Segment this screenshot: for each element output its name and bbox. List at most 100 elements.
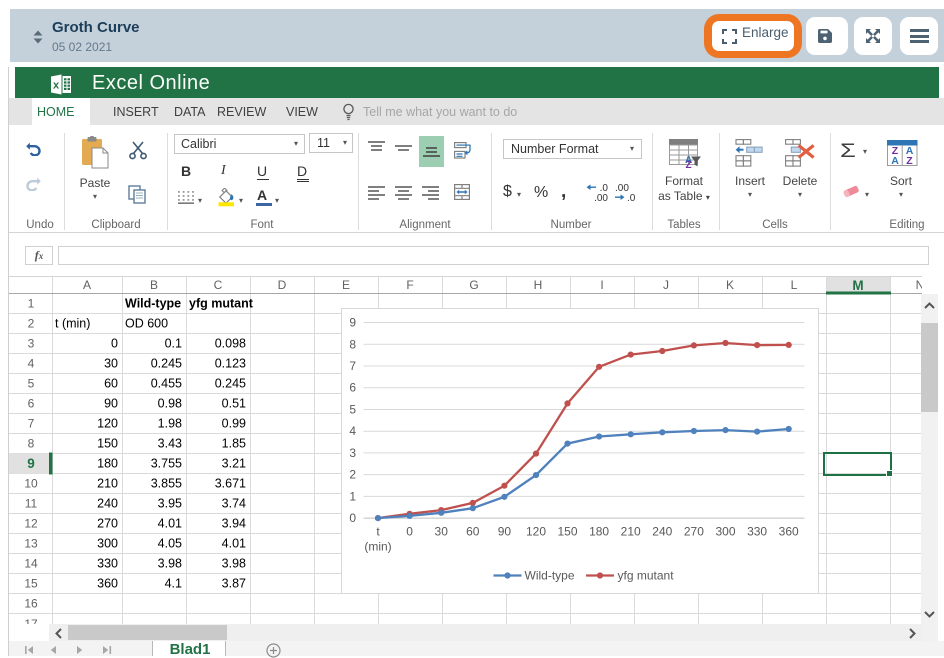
- svg-text:Wild-type: Wild-type: [525, 568, 575, 582]
- svg-text:B: B: [150, 278, 158, 292]
- svg-text:3.855: 3.855: [151, 477, 182, 491]
- svg-text:180: 180: [589, 524, 609, 538]
- svg-text:t (min): t (min): [55, 317, 90, 331]
- svg-text:D: D: [278, 278, 287, 292]
- svg-text:14: 14: [24, 557, 38, 571]
- svg-text:3: 3: [28, 337, 35, 351]
- svg-text:.0: .0: [627, 193, 636, 202]
- svg-text:30: 30: [104, 357, 118, 371]
- svg-text:12: 12: [24, 517, 38, 531]
- svg-text:4.1: 4.1: [165, 577, 182, 591]
- svg-text:4.01: 4.01: [158, 517, 182, 531]
- svg-text:3.98: 3.98: [158, 557, 182, 571]
- svg-text:15: 15: [24, 577, 38, 591]
- svg-text:0.123: 0.123: [215, 357, 246, 371]
- svg-text:150: 150: [97, 437, 118, 451]
- svg-text:150: 150: [557, 524, 577, 538]
- svg-text:H: H: [534, 278, 543, 292]
- svg-text:2: 2: [349, 467, 356, 481]
- svg-text:8: 8: [349, 337, 356, 351]
- svg-text:3.87: 3.87: [222, 577, 246, 591]
- svg-text:10: 10: [24, 477, 38, 491]
- svg-text:17: 17: [24, 617, 38, 624]
- svg-text:6: 6: [349, 380, 356, 394]
- svg-text:8: 8: [28, 437, 35, 451]
- svg-text:N: N: [916, 278, 922, 292]
- svg-text:0.245: 0.245: [151, 357, 182, 371]
- svg-text:7: 7: [28, 417, 35, 431]
- svg-text:0: 0: [111, 337, 118, 351]
- svg-text:Wild-type: Wild-type: [125, 297, 181, 311]
- svg-text:x: x: [53, 80, 60, 92]
- svg-text:3.74: 3.74: [222, 497, 246, 511]
- svg-text:L: L: [791, 278, 798, 292]
- svg-text:3.671: 3.671: [215, 477, 246, 491]
- svg-text:Z: Z: [686, 160, 692, 168]
- svg-text:(min): (min): [364, 539, 391, 553]
- svg-text:1: 1: [28, 297, 35, 311]
- svg-text:0.1: 0.1: [165, 337, 182, 351]
- svg-text:0: 0: [406, 524, 413, 538]
- svg-text:300: 300: [715, 524, 735, 538]
- svg-text:3.755: 3.755: [151, 457, 182, 471]
- svg-text:240: 240: [97, 497, 118, 511]
- svg-text:A: A: [891, 155, 899, 166]
- svg-text:1: 1: [349, 489, 356, 503]
- svg-text:120: 120: [97, 417, 118, 431]
- svg-text:120: 120: [526, 524, 546, 538]
- svg-text:330: 330: [97, 557, 118, 571]
- svg-text:5: 5: [349, 402, 356, 416]
- svg-text:210: 210: [97, 477, 118, 491]
- svg-text:J: J: [663, 278, 669, 292]
- svg-text:3.43: 3.43: [158, 437, 182, 451]
- svg-text:0.098: 0.098: [215, 337, 246, 351]
- svg-text:13: 13: [24, 537, 38, 551]
- svg-text:4: 4: [28, 357, 35, 371]
- svg-text:240: 240: [652, 524, 672, 538]
- svg-text:300: 300: [97, 537, 118, 551]
- svg-text:3: 3: [349, 445, 356, 459]
- svg-text:C: C: [214, 278, 223, 292]
- svg-text:K: K: [726, 278, 734, 292]
- svg-text:330: 330: [747, 524, 767, 538]
- svg-text:E: E: [342, 278, 350, 292]
- svg-text:OD 600: OD 600: [125, 317, 168, 331]
- svg-text:1.85: 1.85: [222, 437, 246, 451]
- svg-text:3.98: 3.98: [222, 557, 246, 571]
- svg-text:0.51: 0.51: [222, 397, 246, 411]
- svg-text:1.98: 1.98: [158, 417, 182, 431]
- svg-text:4.01: 4.01: [222, 537, 246, 551]
- svg-text:0.245: 0.245: [215, 377, 246, 391]
- svg-text:60: 60: [466, 524, 480, 538]
- svg-text:0.98: 0.98: [158, 397, 182, 411]
- svg-text:7: 7: [349, 359, 356, 373]
- svg-text:270: 270: [684, 524, 704, 538]
- svg-text:30: 30: [435, 524, 449, 538]
- svg-text:11: 11: [25, 497, 38, 511]
- svg-text:4: 4: [349, 424, 356, 438]
- svg-text:90: 90: [104, 397, 118, 411]
- svg-text:4.05: 4.05: [158, 537, 182, 551]
- svg-text:M: M: [852, 278, 863, 293]
- svg-text:60: 60: [104, 377, 118, 391]
- svg-text:360: 360: [779, 524, 799, 538]
- svg-text:yfg mutant: yfg mutant: [618, 568, 675, 582]
- svg-text:3.94: 3.94: [222, 517, 246, 531]
- svg-text:G: G: [469, 278, 478, 292]
- svg-text:A: A: [83, 278, 91, 292]
- svg-text:6: 6: [28, 397, 35, 411]
- svg-text:0.455: 0.455: [151, 377, 182, 391]
- svg-text:9: 9: [349, 315, 356, 329]
- svg-text:F: F: [406, 278, 413, 292]
- svg-text:3.21: 3.21: [222, 457, 246, 471]
- svg-text:Z: Z: [906, 155, 913, 166]
- svg-text:2: 2: [28, 317, 35, 331]
- svg-text:9: 9: [27, 456, 35, 471]
- svg-text:0.99: 0.99: [222, 417, 246, 431]
- svg-text:210: 210: [621, 524, 641, 538]
- svg-text:270: 270: [97, 517, 118, 531]
- svg-text:180: 180: [97, 457, 118, 471]
- svg-text:I: I: [600, 278, 603, 292]
- svg-text:.00: .00: [594, 193, 608, 202]
- svg-text:3.95: 3.95: [158, 497, 182, 511]
